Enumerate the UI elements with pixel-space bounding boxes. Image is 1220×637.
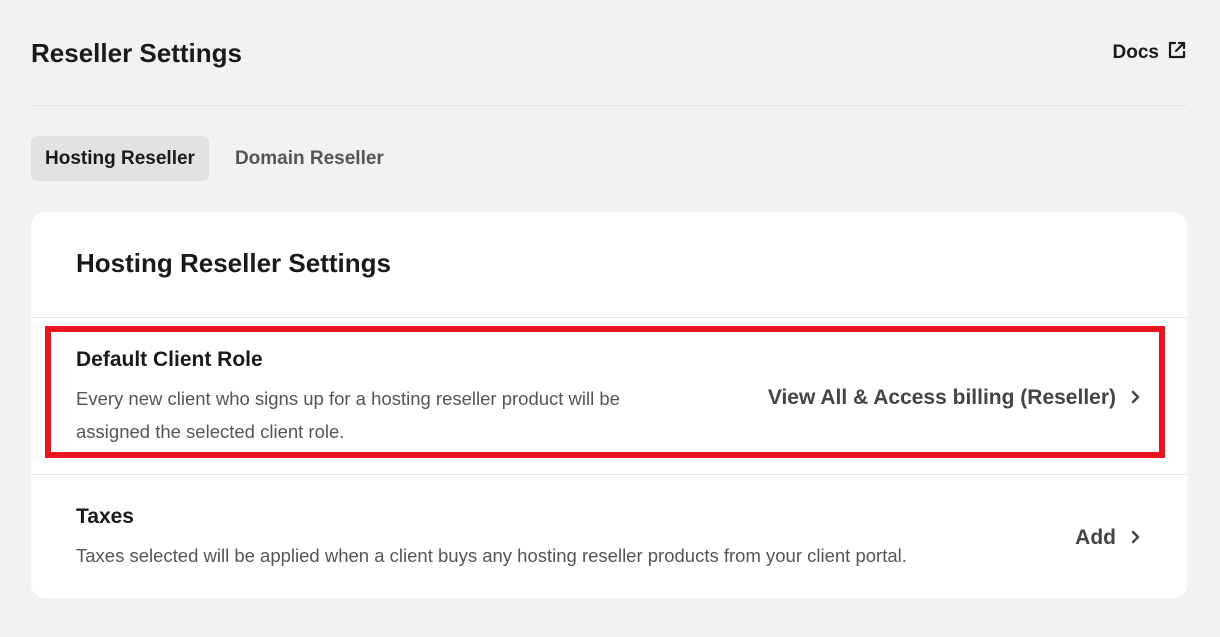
setting-description: Taxes selected will be applied when a cl… — [76, 544, 907, 566]
reseller-tabs: Hosting Reseller Domain Reseller — [31, 136, 398, 181]
action-label: View All & Access billing (Reseller) — [767, 386, 1116, 409]
setting-text: Default Client Role Every new client who… — [76, 348, 696, 448]
add-tax-button[interactable]: Add — [1075, 526, 1142, 550]
external-link-icon — [1167, 40, 1187, 66]
card-title: Hosting Reseller Settings — [76, 248, 391, 278]
card-divider — [31, 474, 1187, 475]
chevron-right-icon — [1128, 526, 1142, 550]
tab-domain-reseller[interactable]: Domain Reseller — [221, 136, 398, 181]
setting-row-taxes: Taxes Taxes selected will be applied whe… — [76, 505, 1142, 572]
card-divider — [31, 317, 1187, 318]
settings-card: Hosting Reseller Settings Default Client… — [31, 212, 1187, 598]
setting-title: Taxes — [76, 504, 134, 528]
chevron-right-icon — [1128, 386, 1142, 410]
page-header: Reseller Settings Docs — [31, 30, 1187, 76]
page-title: Reseller Settings — [31, 37, 242, 68]
setting-title: Default Client Role — [76, 348, 263, 371]
docs-label: Docs — [1112, 42, 1159, 63]
setting-text: Taxes Taxes selected will be applied whe… — [76, 505, 907, 572]
action-label: Add — [1075, 526, 1116, 549]
setting-row-default-client-role: Default Client Role Every new client who… — [76, 347, 1142, 449]
header-divider — [31, 105, 1187, 106]
view-all-billing-button[interactable]: View All & Access billing (Reseller) — [768, 386, 1142, 410]
setting-description: Every new client who signs up for a host… — [76, 388, 620, 442]
tab-hosting-reseller[interactable]: Hosting Reseller — [31, 136, 209, 181]
docs-link[interactable]: Docs — [1113, 40, 1187, 66]
